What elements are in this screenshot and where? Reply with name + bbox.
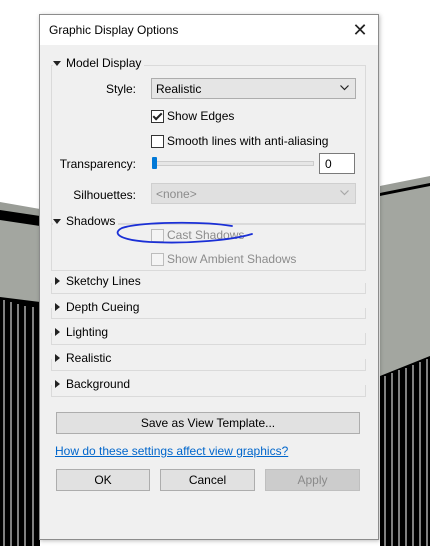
close-icon[interactable]: ✕ xyxy=(350,20,370,40)
section-label: Background xyxy=(66,377,131,391)
style-label: Style: xyxy=(105,82,136,96)
smooth-lines-label: Smooth lines with anti-aliasing xyxy=(167,134,329,148)
section-shadows[interactable]: Shadows xyxy=(53,214,119,228)
section-model-display[interactable]: Model Display xyxy=(53,56,145,70)
title-bar: Graphic Display Options ✕ xyxy=(40,15,378,45)
section-label: Sketchy Lines xyxy=(66,274,141,288)
show-edges-checkbox[interactable]: Show Edges xyxy=(151,109,234,123)
transparency-slider-track[interactable] xyxy=(152,161,314,166)
section-realistic[interactable]: Realistic xyxy=(53,351,111,365)
section-label: Model Display xyxy=(66,56,142,70)
checkbox-unchecked-icon xyxy=(151,252,164,266)
dialog-title: Graphic Display Options xyxy=(49,23,179,37)
style-value: Realistic xyxy=(156,82,202,96)
checkbox-unchecked-icon xyxy=(151,134,164,148)
section-lighting[interactable]: Lighting xyxy=(53,325,108,339)
save-as-view-template-button[interactable]: Save as View Template... xyxy=(56,412,360,434)
show-ambient-shadows-checkbox[interactable]: Show Ambient Shadows xyxy=(151,252,296,266)
section-label: Realistic xyxy=(66,351,112,365)
section-depth-cueing[interactable]: Depth Cueing xyxy=(53,300,139,314)
show-ambient-shadows-label: Show Ambient Shadows xyxy=(167,252,297,266)
checkbox-unchecked-icon xyxy=(151,228,164,242)
expanded-triangle-icon xyxy=(53,60,61,66)
show-edges-label: Show Edges xyxy=(167,109,235,123)
graphic-display-options-dialog: Graphic Display Options ✕ Model Display … xyxy=(39,14,379,540)
section-label: Lighting xyxy=(66,325,109,339)
collapsed-triangle-icon xyxy=(55,380,60,388)
cast-shadows-checkbox[interactable]: Cast Shadows xyxy=(151,228,244,242)
section-label: Depth Cueing xyxy=(66,300,140,314)
apply-button[interactable]: Apply xyxy=(265,469,360,491)
section-label: Shadows xyxy=(66,214,116,228)
chevron-down-icon xyxy=(340,190,349,196)
cast-shadows-label: Cast Shadows xyxy=(167,228,245,242)
style-dropdown[interactable]: Realistic xyxy=(151,78,356,99)
collapsed-triangle-icon xyxy=(55,354,60,362)
collapsed-triangle-icon xyxy=(55,277,60,285)
smooth-lines-checkbox[interactable]: Smooth lines with anti-aliasing xyxy=(151,134,328,148)
cancel-button[interactable]: Cancel xyxy=(160,469,255,491)
section-sketchy-lines[interactable]: Sketchy Lines xyxy=(53,274,141,288)
section-background[interactable]: Background xyxy=(53,377,130,391)
silhouettes-dropdown[interactable]: <none> xyxy=(151,183,356,204)
transparency-slider-thumb[interactable] xyxy=(152,157,157,169)
collapsed-triangle-icon xyxy=(55,328,60,336)
silhouettes-label: Silhouettes: xyxy=(73,188,136,202)
silhouettes-value: <none> xyxy=(156,187,197,201)
checkbox-checked-icon xyxy=(151,109,164,123)
transparency-input[interactable]: 0 xyxy=(319,153,355,174)
collapsed-triangle-icon xyxy=(55,303,60,311)
expanded-triangle-icon xyxy=(53,218,61,224)
transparency-label: Transparency: xyxy=(59,157,136,171)
ok-button[interactable]: OK xyxy=(56,469,150,491)
help-link[interactable]: How do these settings affect view graphi… xyxy=(55,444,288,458)
chevron-down-icon xyxy=(340,85,349,91)
